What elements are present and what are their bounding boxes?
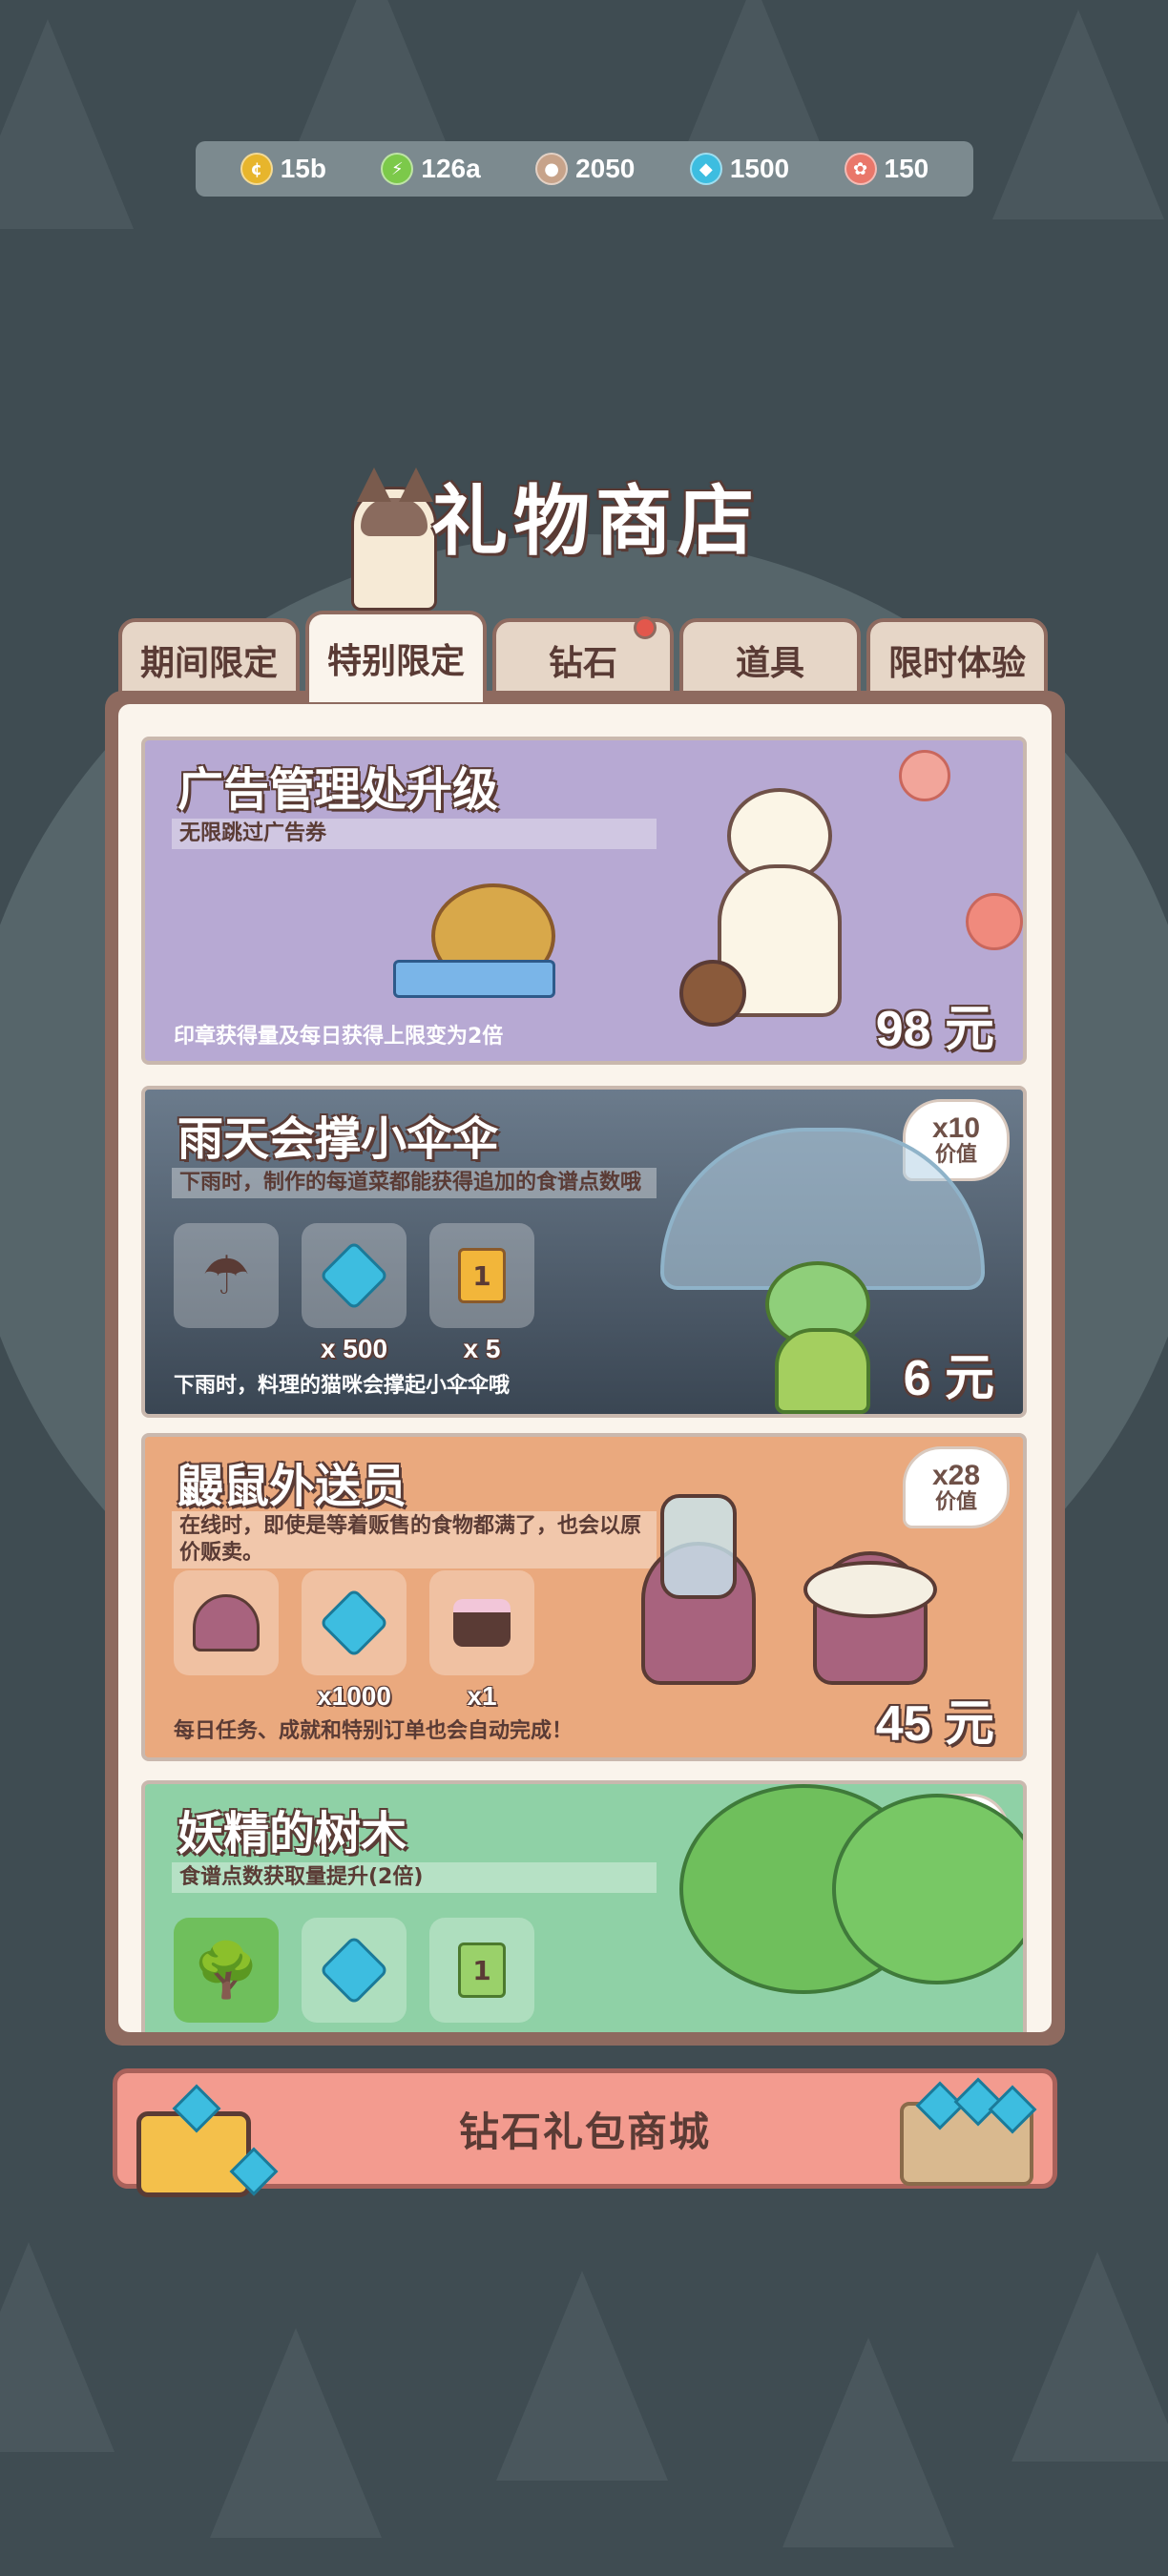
- offer-card-ad-upgrade[interactable]: 广告管理处升级 无限跳过广告券 印章获得量及每日获得上限变为2倍 98 元: [141, 737, 1027, 1065]
- offer-description: 无限跳过广告券: [172, 819, 657, 849]
- offer-price[interactable]: 45 元: [876, 1683, 994, 1755]
- item-quantity: x1: [467, 1681, 497, 1711]
- item-quantity: x1000: [317, 1681, 391, 1711]
- notification-dot: [634, 616, 657, 639]
- tree-decoration: [210, 2328, 382, 2538]
- tree-decoration: [992, 10, 1164, 219]
- diamond-basket-icon: [900, 2077, 1037, 2186]
- diamond-icon: [302, 1570, 407, 1675]
- currency-value: 126a: [421, 154, 481, 183]
- ticket-icon: 1: [429, 1223, 534, 1328]
- currency-recipe[interactable]: ● 2050: [535, 153, 635, 185]
- tree-decoration: [782, 2337, 954, 2547]
- currency-diamond[interactable]: ◆ 1500: [689, 153, 790, 185]
- cat-mascot: [351, 467, 437, 611]
- diamond-package-mall-button[interactable]: 钻石礼包商城: [113, 2068, 1057, 2197]
- shop-title: 礼物商店: [431, 477, 760, 566]
- tab-label: 道具: [735, 644, 804, 683]
- reward-item: ☂: [174, 1223, 279, 1364]
- tree-decoration: [496, 2271, 668, 2481]
- tab-limited-trial[interactable]: 限时体验: [866, 618, 1048, 702]
- stamp-icon: [899, 750, 950, 801]
- value-multiplier: x28: [931, 1460, 981, 1491]
- tab-label: 特别限定: [326, 642, 465, 681]
- offer-card-mole-delivery[interactable]: 鼹鼠外送员 在线时，即使是等着贩售的食物都满了，也会以原价贩卖。 x28 价值: [141, 1433, 1027, 1761]
- offer-title: 广告管理处升级: [177, 763, 499, 817]
- mole-icon: [174, 1570, 279, 1675]
- cat-ear: [399, 467, 433, 502]
- reward-item: 🌳: [174, 1918, 279, 2023]
- currency-value: 2050: [575, 154, 636, 183]
- currency-stamp[interactable]: ✿ 150: [844, 153, 929, 185]
- reward-item: 1: [429, 1918, 534, 2023]
- ticket-icon: 1: [429, 1918, 534, 2023]
- offer-footer: 下雨时，料理的猫咪会撑起小伞伞哦: [174, 1374, 511, 1398]
- currency-value: 150: [884, 154, 929, 183]
- shop-panel: 广告管理处升级 无限跳过广告券 印章获得量及每日获得上限变为2倍 98 元 雨天…: [105, 691, 1065, 2046]
- tab-special-limited[interactable]: 特别限定: [305, 611, 487, 702]
- tree-decoration: [1012, 2252, 1168, 2462]
- stamp-icon: ✿: [844, 153, 877, 185]
- reward-item: x1: [429, 1570, 534, 1712]
- offer-price[interactable]: 6 元: [904, 1338, 994, 1409]
- offer-title: 雨天会撑小伞伞: [177, 1112, 499, 1166]
- tab-label: 限时体验: [887, 644, 1026, 683]
- reward-item: 1 x 5: [429, 1223, 534, 1364]
- offer-title: 妖精的树木: [177, 1807, 407, 1860]
- currency-gold[interactable]: ¢ 15b: [240, 153, 326, 185]
- gold-coin-icon: ¢: [240, 153, 273, 185]
- shop-tabs: 期间限定 特别限定 钻石 道具 限时体验: [118, 611, 1050, 702]
- item-quantity: x 5: [463, 1334, 501, 1363]
- offer-footer: 印章获得量及每日获得上限变为2倍: [174, 1025, 504, 1049]
- offer-card-fairy-tree[interactable]: 妖精的树木 食谱点数获取量提升(2倍) x24 价值 🌳 1: [141, 1780, 1027, 2032]
- offer-description: 食谱点数获取量提升(2倍): [172, 1862, 657, 1893]
- diamond-icon: [302, 1223, 407, 1328]
- reward-items: ☂ x 500 1 x 5: [174, 1223, 534, 1364]
- recipe-token-icon: ●: [535, 153, 569, 185]
- reward-items: x1000 x1: [174, 1570, 534, 1712]
- shop-panel-content[interactable]: 广告管理处升级 无限跳过广告券 印章获得量及每日获得上限变为2倍 98 元 雨天…: [118, 704, 1052, 2032]
- cat-ear: [357, 467, 391, 502]
- reward-item: x1000: [302, 1570, 407, 1712]
- tab-period-limited[interactable]: 期间限定: [118, 618, 300, 702]
- item-quantity: x 500: [320, 1334, 388, 1363]
- cat-stamp-illustration: [679, 769, 861, 1036]
- umbrella-icon: ☂: [174, 1223, 279, 1328]
- reward-items: 🌳 1: [174, 1918, 534, 2023]
- value-label: 价值: [934, 1490, 977, 1514]
- tab-label: 期间限定: [139, 644, 278, 683]
- fairy-tree-icon: 🌳: [174, 1918, 279, 2023]
- reward-item: [302, 1918, 407, 2023]
- diamond-icon: ◆: [689, 153, 722, 185]
- banner-label: 钻石礼包商城: [458, 2108, 711, 2155]
- tree-decoration: [0, 19, 134, 229]
- offer-card-rain-umbrella[interactable]: 雨天会撑小伞伞 下雨时，制作的每道菜都能获得追加的食谱点数哦 x10 价值 ☂ …: [141, 1086, 1027, 1418]
- offer-footer: 每日任务、成就和特别订单也会自动完成！: [174, 1719, 574, 1743]
- treasure-chest-icon: [136, 2084, 279, 2197]
- stamp-icon: [966, 893, 1023, 950]
- tab-diamonds[interactable]: 钻石: [492, 616, 674, 702]
- currency-bar: ¢ 15b ⚡ 126a ● 2050 ◆ 1500 ✿ 150: [196, 141, 973, 197]
- offer-description: 在线时，即使是等着贩售的食物都满了，也会以原价贩卖。: [172, 1511, 657, 1568]
- diamond-icon: [302, 1918, 407, 2023]
- currency-value: 1500: [729, 154, 790, 183]
- tab-label: 钻石: [548, 644, 617, 683]
- currency-value: 15b: [280, 154, 326, 183]
- reward-item: x 500: [302, 1223, 407, 1364]
- offer-description: 下雨时，制作的每道菜都能获得追加的食谱点数哦: [172, 1168, 657, 1198]
- energy-bolt-icon: ⚡: [381, 153, 414, 185]
- reward-item: [174, 1570, 279, 1712]
- tab-items[interactable]: 道具: [679, 618, 861, 702]
- currency-energy[interactable]: ⚡ 126a: [381, 153, 481, 185]
- tree-decoration: [0, 2242, 115, 2452]
- offer-title: 鼹鼠外送员: [177, 1460, 407, 1513]
- offer-price[interactable]: 98 元: [876, 988, 994, 1060]
- fairy-tree-illustration: [679, 1784, 1023, 2032]
- cake-icon: [429, 1570, 534, 1675]
- mole-delivery-illustration: [641, 1475, 937, 1704]
- ad-ticket-bag-icon: [393, 874, 565, 1017]
